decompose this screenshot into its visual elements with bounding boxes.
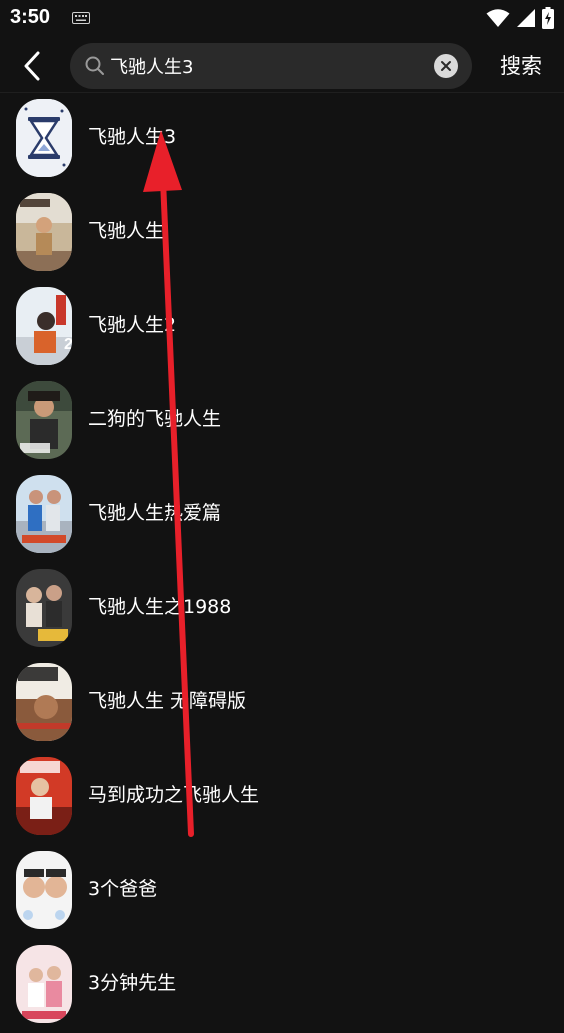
status-icons [486,7,554,29]
result-title: 二狗的飞驰人生 [88,408,222,430]
search-icon [85,56,104,75]
list-item[interactable]: 飞驰人生之1988 [0,563,564,657]
result-title: 飞驰人生 无障碍版 [88,690,247,712]
status-bar: 3:50 [0,0,564,36]
wifi-icon [486,9,510,27]
clear-search-button[interactable] [434,54,458,78]
poster-thumbnail [16,945,72,1023]
list-item[interactable]: 3个爸爸 [0,845,564,939]
list-item[interactable]: 2 飞驰人生2 [0,281,564,375]
list-item[interactable]: 马到成功之飞驰人生 [0,751,564,845]
poster-thumbnail [16,851,72,929]
chevron-left-icon [24,51,40,81]
poster-thumbnail [16,663,72,741]
list-item[interactable]: 飞驰人生 [0,187,564,281]
result-title: 飞驰人生热爱篇 [88,502,222,524]
result-title: 3个爸爸 [88,878,158,900]
hourglass-icon [16,99,72,177]
search-header: 搜索 [0,36,564,92]
status-time: 3:50 [10,6,51,28]
result-title: 飞驰人生 [88,220,165,242]
back-button[interactable] [14,48,50,84]
list-item[interactable]: 3分钟先生 [0,939,564,1033]
search-results-list: 飞驰人生3 飞驰人生 2 飞驰人生2 二狗的飞驰人生 飞驰人生热爱篇 飞驰人生之… [0,93,564,1033]
poster-thumbnail [16,757,72,835]
list-item[interactable]: 飞驰人生3 [0,93,564,187]
result-title: 3分钟先生 [88,972,177,994]
hourglass-placeholder-thumbnail [16,99,72,177]
close-icon [441,61,451,71]
result-title: 飞驰人生2 [88,314,177,336]
svg-text:2: 2 [64,336,72,353]
result-title: 飞驰人生3 [88,126,177,148]
poster-thumbnail [16,381,72,459]
poster-thumbnail [16,569,72,647]
result-title: 飞驰人生之1988 [88,596,232,618]
signal-icon [517,9,535,27]
search-box[interactable] [70,43,472,89]
list-item[interactable]: 二狗的飞驰人生 [0,375,564,469]
keyboard-icon [72,12,90,24]
poster-thumbnail [16,193,72,271]
list-item[interactable]: 飞驰人生 无障碍版 [0,657,564,751]
result-title: 马到成功之飞驰人生 [88,784,260,806]
battery-charging-icon [542,7,554,29]
poster-thumbnail: 2 [16,287,72,365]
search-submit-button[interactable]: 搜索 [490,50,552,82]
poster-thumbnail [16,475,72,553]
list-item[interactable]: 飞驰人生热爱篇 [0,469,564,563]
search-input[interactable] [110,43,420,89]
